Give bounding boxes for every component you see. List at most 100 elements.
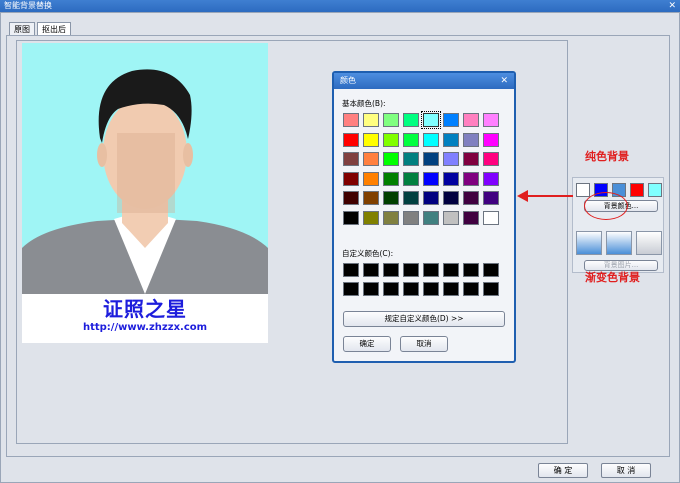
custom-color-swatch[interactable] bbox=[443, 282, 459, 296]
main-window: 原图 抠出后 证照之星 http://www.zhzzx.com 颜色 ✕ 基本… bbox=[0, 12, 680, 483]
basic-color-swatch[interactable] bbox=[343, 210, 359, 225]
annotation-arrow-icon bbox=[517, 190, 573, 202]
brand-banner: 证照之星 http://www.zhzzx.com bbox=[22, 294, 268, 343]
basic-color-swatch[interactable] bbox=[443, 191, 459, 205]
basic-color-swatch[interactable] bbox=[483, 132, 499, 147]
basic-color-swatch[interactable] bbox=[443, 132, 459, 147]
basic-color-swatch[interactable] bbox=[463, 171, 479, 186]
custom-color-swatch[interactable] bbox=[483, 282, 499, 296]
basic-color-swatch[interactable] bbox=[343, 113, 359, 127]
basic-color-swatch[interactable] bbox=[363, 152, 379, 166]
custom-color-swatch[interactable] bbox=[403, 263, 419, 277]
basic-color-swatch[interactable] bbox=[383, 152, 399, 166]
basic-color-swatch[interactable] bbox=[363, 191, 379, 205]
basic-color-swatch[interactable] bbox=[443, 152, 459, 166]
basic-color-swatch[interactable] bbox=[403, 210, 419, 225]
custom-color-swatch[interactable] bbox=[423, 282, 439, 296]
gradient-background-swatch[interactable] bbox=[636, 231, 662, 255]
custom-color-swatch[interactable] bbox=[423, 263, 439, 277]
basic-color-swatch[interactable] bbox=[363, 113, 379, 127]
footer-ok-button[interactable]: 确 定 bbox=[538, 463, 588, 478]
basic-color-swatch[interactable] bbox=[403, 152, 419, 166]
custom-color-swatch[interactable] bbox=[463, 263, 479, 277]
tab-original[interactable]: 原图 bbox=[9, 22, 35, 36]
solid-background-swatch[interactable] bbox=[630, 183, 644, 197]
custom-color-swatch[interactable] bbox=[383, 282, 399, 296]
custom-color-swatch[interactable] bbox=[343, 263, 359, 277]
tab-bar: 原图 抠出后 bbox=[9, 22, 73, 36]
basic-color-swatch[interactable] bbox=[363, 171, 379, 186]
basic-colors-label: 基本颜色(B): bbox=[342, 99, 386, 108]
custom-color-swatch[interactable] bbox=[363, 263, 379, 277]
custom-color-swatch[interactable] bbox=[343, 282, 359, 296]
custom-color-swatch[interactable] bbox=[383, 263, 399, 277]
custom-color-swatch[interactable] bbox=[443, 263, 459, 277]
portrait-photo: 证照之星 http://www.zhzzx.com bbox=[22, 43, 268, 343]
annotation-highlight-ellipse bbox=[584, 192, 628, 220]
basic-color-swatch[interactable] bbox=[383, 191, 399, 205]
basic-color-swatch[interactable] bbox=[383, 132, 399, 147]
basic-color-swatch[interactable] bbox=[403, 132, 419, 147]
basic-color-swatch[interactable] bbox=[423, 171, 439, 186]
basic-color-swatch[interactable] bbox=[443, 210, 459, 225]
basic-color-grid bbox=[343, 111, 499, 225]
basic-color-swatch[interactable] bbox=[363, 132, 379, 147]
basic-color-swatch[interactable] bbox=[483, 171, 499, 186]
gradient-background-swatch[interactable] bbox=[606, 231, 632, 255]
footer-cancel-button[interactable]: 取 消 bbox=[601, 463, 651, 478]
dialog-ok-button[interactable]: 确定 bbox=[343, 336, 391, 352]
basic-color-swatch[interactable] bbox=[463, 210, 479, 225]
basic-color-swatch[interactable] bbox=[343, 132, 359, 147]
basic-color-swatch[interactable] bbox=[483, 152, 499, 166]
basic-color-swatch[interactable] bbox=[343, 191, 359, 205]
tab-cutout[interactable]: 抠出后 bbox=[37, 22, 71, 36]
basic-color-swatch[interactable] bbox=[403, 191, 419, 205]
color-dialog-title: 颜色 bbox=[340, 76, 356, 85]
basic-color-swatch[interactable] bbox=[383, 210, 399, 225]
basic-color-swatch[interactable] bbox=[423, 191, 439, 205]
background-panel: 背景颜色... 背景图片... bbox=[572, 177, 664, 273]
basic-color-swatch[interactable] bbox=[343, 171, 359, 186]
basic-color-swatch[interactable] bbox=[383, 113, 399, 127]
basic-color-swatch[interactable] bbox=[343, 152, 359, 166]
basic-color-swatch[interactable] bbox=[463, 152, 479, 166]
window-close-icon[interactable]: ✕ bbox=[668, 0, 676, 12]
dialog-cancel-button[interactable]: 取消 bbox=[400, 336, 448, 352]
basic-color-swatch[interactable] bbox=[423, 132, 439, 147]
window-title: 智能背景替换 bbox=[4, 1, 52, 10]
basic-color-swatch[interactable] bbox=[463, 113, 479, 127]
basic-color-swatch[interactable] bbox=[403, 171, 419, 186]
custom-color-swatch[interactable] bbox=[403, 282, 419, 296]
brand-url: http://www.zhzzx.com bbox=[82, 322, 208, 333]
portrait-illustration bbox=[22, 69, 268, 294]
basic-color-swatch[interactable] bbox=[483, 113, 499, 127]
basic-color-swatch[interactable] bbox=[483, 191, 499, 205]
basic-color-swatch[interactable] bbox=[463, 191, 479, 205]
window-titlebar: 智能背景替换 ✕ bbox=[0, 0, 680, 12]
basic-color-swatch[interactable] bbox=[463, 132, 479, 147]
custom-colors-label: 自定义颜色(C): bbox=[342, 249, 394, 258]
color-dialog-close-icon[interactable]: ✕ bbox=[500, 73, 508, 89]
solid-background-annotation: 纯色背景 bbox=[585, 150, 629, 163]
color-dialog: 颜色 ✕ 基本颜色(B): 自定义颜色(C): 规定自定义颜色(D) >> 确定… bbox=[332, 71, 516, 363]
basic-color-swatch[interactable] bbox=[421, 111, 441, 129]
basic-color-swatch[interactable] bbox=[383, 171, 399, 186]
solid-background-swatch[interactable] bbox=[576, 183, 590, 197]
solid-background-swatch[interactable] bbox=[648, 183, 662, 197]
gradient-background-annotation: 渐变色背景 bbox=[585, 271, 640, 284]
basic-color-swatch[interactable] bbox=[363, 210, 379, 225]
color-dialog-titlebar: 颜色 ✕ bbox=[334, 73, 514, 89]
custom-color-swatch[interactable] bbox=[483, 263, 499, 277]
basic-color-swatch[interactable] bbox=[483, 210, 499, 225]
basic-color-swatch[interactable] bbox=[403, 113, 419, 127]
basic-color-swatch[interactable] bbox=[423, 152, 439, 166]
basic-color-swatch[interactable] bbox=[423, 210, 439, 225]
basic-color-swatch[interactable] bbox=[443, 171, 459, 186]
custom-color-swatch[interactable] bbox=[463, 282, 479, 296]
basic-color-swatch[interactable] bbox=[443, 113, 459, 127]
custom-color-grid bbox=[343, 263, 499, 296]
define-custom-colors-button[interactable]: 规定自定义颜色(D) >> bbox=[343, 311, 505, 327]
gradient-background-swatch[interactable] bbox=[576, 231, 602, 255]
custom-color-swatch[interactable] bbox=[363, 282, 379, 296]
brand-name: 证照之星 bbox=[103, 297, 187, 321]
